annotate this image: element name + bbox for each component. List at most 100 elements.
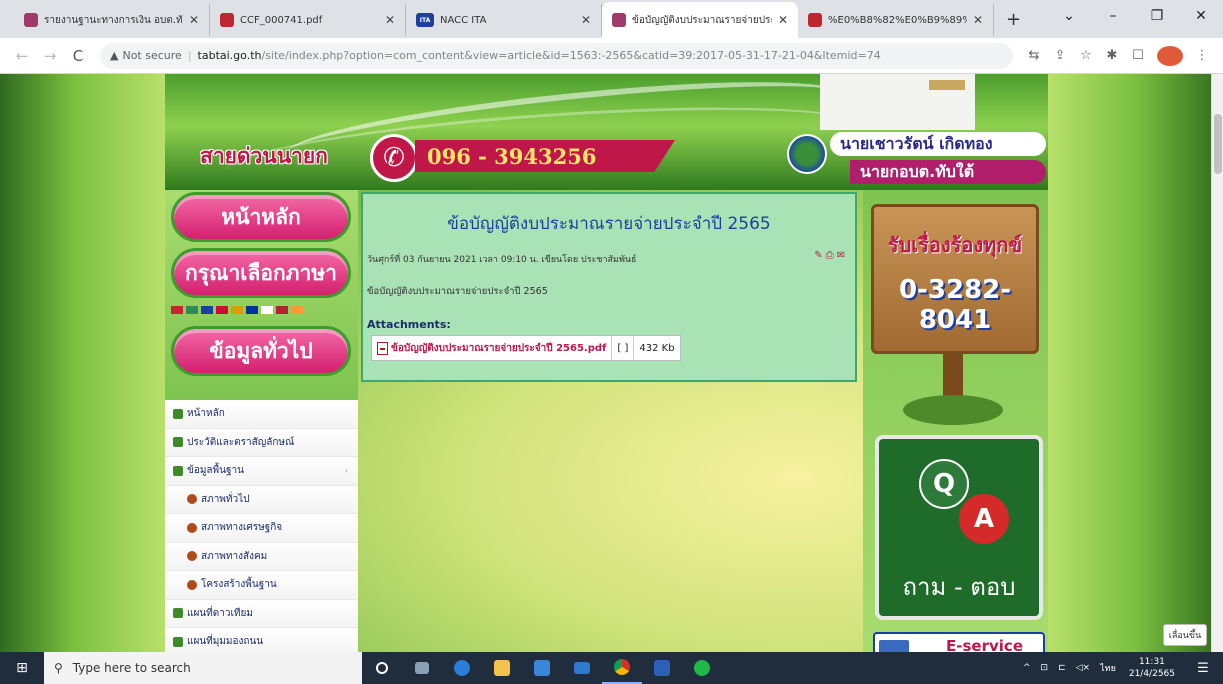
profile-avatar[interactable] — [1157, 45, 1183, 66]
side-panel-icon[interactable]: ☐ — [1125, 48, 1151, 63]
print-icon[interactable]: ⎙ — [826, 250, 834, 261]
menu-item-label: โครงสร้างพื้นฐาน — [201, 579, 277, 591]
clock[interactable]: 11:31 21/4/2565 — [1129, 656, 1175, 680]
warning-icon[interactable]: ▲ — [110, 49, 118, 62]
flag-icon[interactable] — [261, 306, 273, 314]
complaint-signboard[interactable]: รับเรื่องร้องทุกข์ 0-3282-8041 — [871, 204, 1039, 354]
scroll-thumb[interactable] — [1214, 114, 1222, 174]
line-icon[interactable] — [682, 652, 722, 684]
browser-tab[interactable]: รายงานฐานะทางการเงิน อบต.ทับใต้ ✕ — [14, 4, 210, 36]
network-icon[interactable]: ⊡ — [1041, 663, 1049, 673]
address-bar: ← → C ▲ Not secure | tabtai.go.th /site/… — [0, 38, 1223, 74]
cortana-icon[interactable] — [362, 652, 402, 684]
notification-icon[interactable]: ☰ — [1188, 661, 1218, 676]
windows-start-icon[interactable]: ⊞ — [0, 652, 44, 684]
flag-icon[interactable] — [186, 306, 198, 314]
extensions-icon[interactable]: ✱ — [1099, 48, 1125, 63]
browser-tab-active[interactable]: ข้อบัญญัติงบประมาณรายจ่ายประจำ ✕ — [602, 2, 798, 38]
menu-item-label: แผนที่ดาวเทียม — [187, 607, 253, 619]
grass-decoration — [903, 395, 1003, 425]
submenu-item[interactable]: สภาพทางสังคม — [165, 542, 358, 571]
chrome-icon[interactable] — [602, 652, 642, 684]
attachment-link[interactable]: ข้อบัญญัติงบประมาณรายจ่ายประจำปี 2565.pd… — [391, 341, 606, 356]
word-icon[interactable] — [642, 652, 682, 684]
share-icon[interactable]: ⇪ — [1047, 48, 1073, 63]
window-close-icon[interactable]: ✕ — [1179, 0, 1223, 32]
minimize-icon[interactable]: – — [1091, 0, 1135, 32]
general-info-pill-button[interactable]: ข้อมูลทั่วไป — [171, 326, 351, 376]
display-icon[interactable]: ⊏ — [1058, 663, 1066, 673]
close-icon[interactable]: ✕ — [973, 13, 983, 27]
bookmark-star-icon[interactable]: ☆ — [1073, 48, 1099, 63]
task-view-icon[interactable] — [402, 652, 442, 684]
flag-icon[interactable] — [291, 306, 303, 314]
left-navigation: หน้าหลัก กรุณาเลือกภาษา ข้อมูลทั่วไป หน้… — [165, 190, 358, 652]
window-controls: ⌄ – ❐ ✕ — [1047, 0, 1223, 32]
edge-icon[interactable] — [442, 652, 482, 684]
flag-icon[interactable] — [276, 306, 288, 314]
mail-icon[interactable] — [562, 652, 602, 684]
flag-icon[interactable] — [246, 306, 258, 314]
url-field[interactable]: ▲ Not secure | tabtai.go.th /site/index.… — [100, 42, 1013, 69]
store-icon[interactable] — [522, 652, 562, 684]
restore-icon[interactable]: ❐ — [1135, 0, 1179, 32]
article-title[interactable]: ข้อบัญญัติงบประมาณรายจ่ายประจำปี 2565 — [363, 210, 855, 237]
question-bubble-icon: Q — [919, 459, 969, 509]
flag-icon[interactable] — [216, 306, 228, 314]
translate-icon[interactable]: ⇆ — [1021, 48, 1047, 63]
pdf-file-icon — [377, 341, 388, 355]
pdf-icon — [220, 13, 234, 27]
file-explorer-icon[interactable] — [482, 652, 522, 684]
clock-date: 21/4/2565 — [1128, 669, 1175, 679]
hotline-label: สายด่วนนายก — [200, 143, 328, 168]
menu-item[interactable]: หน้าหลัก — [165, 400, 358, 429]
menu-bullet-icon — [173, 408, 183, 419]
article-tools: ✎ ⎙ ✉ — [814, 250, 845, 261]
close-icon[interactable]: ✕ — [385, 13, 395, 27]
menu-item-label: ข้อมูลพื้นฐาน — [187, 465, 244, 477]
edit-icon[interactable]: ✎ — [814, 250, 822, 261]
mayor-name: นายเชาวรัตน์ เกิดทอง — [830, 132, 1046, 156]
menu-item-label: สภาพทั่วไป — [201, 493, 250, 505]
close-icon[interactable]: ✕ — [189, 13, 199, 27]
flag-icon[interactable] — [201, 306, 213, 314]
new-tab-button[interactable]: + — [1006, 9, 1021, 30]
tab-search-icon[interactable]: ⌄ — [1047, 0, 1091, 32]
taskbar-search-input[interactable]: ⚲ Type here to search — [44, 652, 362, 684]
submenu-item[interactable]: สภาพทางเศรษฐกิจ — [165, 514, 358, 543]
close-icon[interactable]: ✕ — [581, 13, 591, 27]
reload-icon[interactable]: C — [64, 47, 92, 65]
menu-item[interactable]: แผนที่มุมมองถนน — [165, 628, 358, 652]
attachment-bracket: [ ] — [612, 336, 635, 360]
input-language[interactable]: ไทย — [1100, 661, 1116, 675]
email-icon[interactable]: ✉ — [837, 250, 845, 261]
flag-icon[interactable] — [171, 306, 183, 314]
submenu-item[interactable]: สภาพทั่วไป — [165, 485, 358, 514]
search-placeholder: Type here to search — [72, 661, 191, 675]
volume-muted-icon[interactable]: ◁× — [1076, 663, 1090, 673]
menu-item[interactable]: ประวัติและตราสัญลักษณ์ — [165, 428, 358, 457]
attachment-link-cell[interactable]: ข้อบัญญัติงบประมาณรายจ่ายประจำปี 2565.pd… — [372, 336, 613, 360]
browser-tab[interactable]: %E0%B8%82%E0%B9%89% ✕ — [798, 4, 994, 36]
article-meta: วันศุกร์ที่ 03 กันยายน 2021 เวลา 09:10 น… — [367, 255, 637, 265]
eservice-banner[interactable]: E-service — [873, 632, 1045, 652]
home-pill-button[interactable]: หน้าหลัก — [171, 192, 351, 242]
menu-item[interactable]: แผนที่ดาวเทียม — [165, 599, 358, 628]
browser-tab[interactable]: CCF_000741.pdf ✕ — [210, 4, 406, 36]
scroll-up-button[interactable]: เลื่อนขึ้น — [1163, 624, 1207, 646]
menu-kebab-icon[interactable]: ⋮ — [1189, 48, 1215, 63]
language-pill-button[interactable]: กรุณาเลือกภาษา — [171, 248, 351, 298]
back-icon[interactable]: ← — [8, 47, 36, 65]
submenu-item[interactable]: โครงสร้างพื้นฐาน — [165, 571, 358, 600]
close-icon[interactable]: ✕ — [778, 13, 788, 27]
site-favicon-icon — [612, 13, 626, 27]
qa-banner[interactable]: Q A ถาม - ตอบ — [875, 435, 1043, 620]
menu-item-label: หน้าหลัก — [187, 408, 225, 420]
tray-overflow-icon[interactable]: ^ — [1023, 663, 1031, 673]
page-scrollbar[interactable] — [1211, 74, 1223, 652]
forward-icon[interactable]: → — [36, 47, 64, 65]
menu-item[interactable]: ข้อมูลพื้นฐาน › — [165, 457, 358, 486]
browser-tab[interactable]: ITA NACC ITA ✕ — [406, 4, 602, 36]
organization-seal — [787, 134, 827, 174]
flag-icon[interactable] — [231, 306, 243, 314]
